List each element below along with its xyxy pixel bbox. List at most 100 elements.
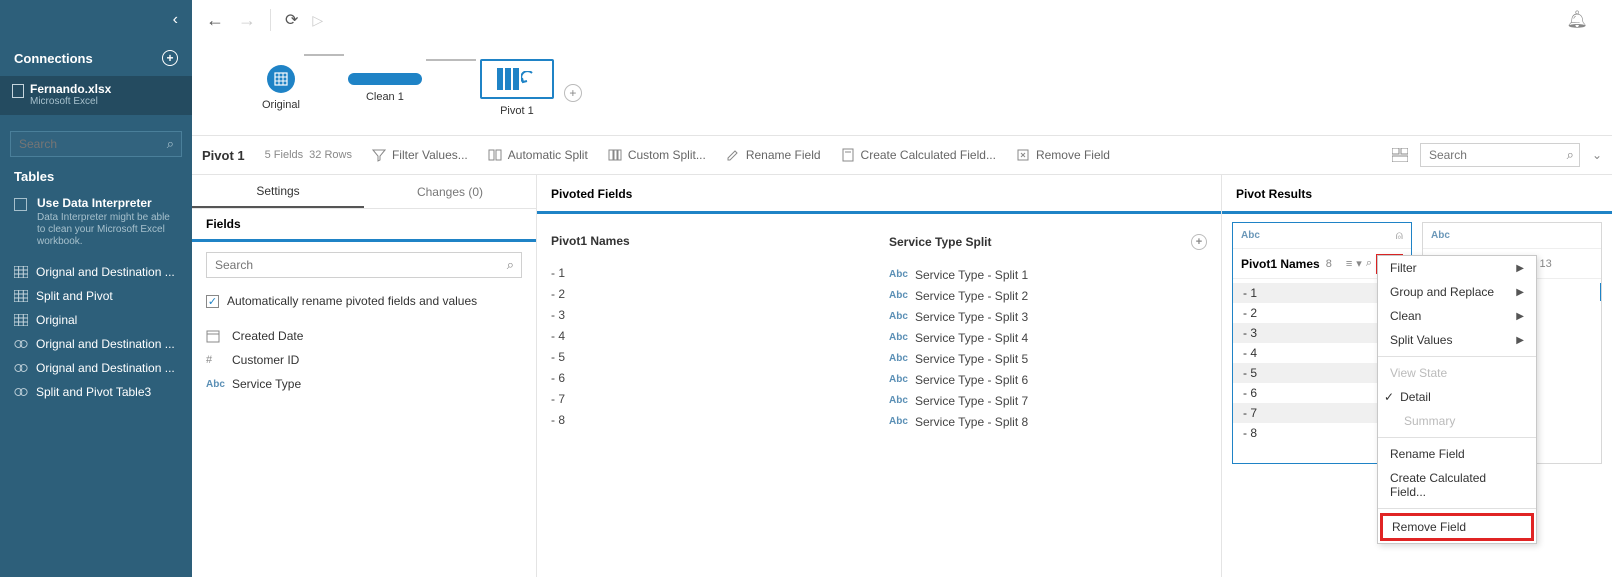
- sort-icon[interactable]: ≡: [1346, 258, 1352, 270]
- refresh-button[interactable]: ⟳: [285, 10, 298, 30]
- field-item[interactable]: Abc Service Type: [206, 372, 522, 396]
- tab-changes[interactable]: Changes (0): [364, 175, 536, 208]
- checkbox-icon[interactable]: [14, 198, 27, 211]
- field-list: Created Date # Customer ID Abc Service T…: [192, 320, 536, 400]
- pivot-name-value[interactable]: - 7: [551, 388, 869, 409]
- chevron-right-icon: ▶: [1516, 287, 1524, 298]
- main-area: ← → ⟳ ▷ 🔔︎ Original Clean 1 Pivot 1 +: [192, 0, 1612, 577]
- flow-canvas: Original Clean 1 Pivot 1 +: [192, 40, 1612, 135]
- pivot-name-value[interactable]: - 5: [551, 346, 869, 367]
- pivot-name-value[interactable]: - 2: [551, 283, 869, 304]
- abc-type-icon: Abc: [889, 290, 905, 301]
- split-field-value[interactable]: AbcService Type - Split 5: [889, 348, 1207, 369]
- table-label: Orignal and Destination ...: [36, 265, 175, 279]
- auto-rename-option[interactable]: ✓ Automatically rename pivoted fields an…: [192, 288, 536, 320]
- split-field-value[interactable]: AbcService Type - Split 2: [889, 285, 1207, 306]
- sidebar-search-input[interactable]: [10, 131, 182, 157]
- table-label: Orignal and Destination ...: [36, 361, 175, 375]
- ctx-rename-field[interactable]: Rename Field: [1378, 442, 1536, 466]
- remove-field-button[interactable]: Remove Field: [1016, 148, 1110, 162]
- data-source-icon: [267, 65, 295, 93]
- connection-item[interactable]: Fernando.xlsx Microsoft Excel: [0, 76, 192, 115]
- field-context-menu: Filter▶ Group and Replace▶ Clean▶ Split …: [1377, 255, 1537, 544]
- split-field-value[interactable]: AbcService Type - Split 8: [889, 411, 1207, 432]
- pivot-step-icon: [480, 59, 554, 99]
- split-field-value[interactable]: AbcService Type - Split 3: [889, 306, 1207, 327]
- table-item[interactable]: Original: [0, 308, 192, 332]
- notifications-icon[interactable]: 🔔︎: [1566, 10, 1588, 30]
- flow-connector: [426, 59, 476, 61]
- step-name: Pivot 1: [202, 148, 245, 163]
- ctx-remove-field[interactable]: Remove Field: [1380, 513, 1534, 541]
- flow-node-pivot[interactable]: Pivot 1: [480, 59, 554, 117]
- checkbox-checked-icon[interactable]: ✓: [206, 295, 219, 308]
- table-item[interactable]: Split and Pivot: [0, 284, 192, 308]
- add-step-button[interactable]: +: [564, 84, 582, 102]
- abc-type-icon: Abc: [889, 311, 905, 322]
- abc-type-icon: Abc: [1241, 230, 1260, 241]
- recommendations-icon[interactable]: ⍝: [1396, 228, 1403, 243]
- pivot-name-value[interactable]: - 4: [551, 325, 869, 346]
- search-icon[interactable]: ⌕: [1366, 257, 1372, 270]
- automatic-split-button[interactable]: Automatic Split: [488, 148, 588, 162]
- back-button[interactable]: ←: [206, 10, 224, 31]
- rename-field-button[interactable]: Rename Field: [726, 148, 821, 162]
- add-split-button[interactable]: +: [1191, 234, 1207, 250]
- ctx-clean[interactable]: Clean▶: [1378, 304, 1536, 328]
- menu-separator: [1378, 508, 1536, 509]
- check-icon: ✓: [1384, 390, 1394, 404]
- filter-values-button[interactable]: Filter Values...: [372, 148, 468, 162]
- create-calc-field-button[interactable]: Create Calculated Field...: [841, 148, 996, 162]
- abc-type-icon: Abc: [889, 374, 905, 385]
- data-interpreter-option[interactable]: Use Data Interpreter Data Interpreter mi…: [0, 190, 192, 256]
- collapse-sidebar-button[interactable]: ‹: [0, 0, 192, 40]
- run-button[interactable]: ▷: [312, 12, 323, 29]
- fields-search-input[interactable]: [206, 252, 522, 278]
- join-icon: [14, 362, 28, 374]
- rows-count: 32 Rows: [309, 149, 352, 161]
- interpreter-label: Use Data Interpreter: [37, 196, 178, 210]
- split-field-value[interactable]: AbcService Type - Split 7: [889, 390, 1207, 411]
- step-search-input[interactable]: [1420, 143, 1580, 167]
- service-type-split-column: Service Type Split + AbcService Type - S…: [889, 228, 1207, 432]
- content-row: Settings Changes (0) Fields ⌕ ✓ Automati…: [192, 175, 1612, 577]
- table-item[interactable]: Split and Pivot Table3: [0, 380, 192, 404]
- flow-node-original[interactable]: Original: [262, 65, 300, 111]
- pivot-name-value[interactable]: - 1: [551, 262, 869, 283]
- table-item[interactable]: Orignal and Destination ...: [0, 356, 192, 380]
- pivoted-fields-panel: Pivoted Fields Pivot1 Names - 1 - 2 - 3 …: [537, 175, 1222, 577]
- dropdown-icon[interactable]: ▾: [1356, 257, 1362, 270]
- pivot-name-value[interactable]: - 8: [551, 409, 869, 430]
- add-connection-button[interactable]: +: [162, 50, 178, 66]
- flow-node-label: Clean 1: [366, 91, 404, 103]
- pivot-name-value[interactable]: - 6: [551, 367, 869, 388]
- field-item[interactable]: # Customer ID: [206, 348, 522, 372]
- split-field-value[interactable]: AbcService Type - Split 6: [889, 369, 1207, 390]
- pivot-name-value[interactable]: - 3: [551, 304, 869, 325]
- split-field-value[interactable]: AbcService Type - Split 4: [889, 327, 1207, 348]
- ctx-group-replace[interactable]: Group and Replace▶: [1378, 280, 1536, 304]
- tab-settings[interactable]: Settings: [192, 175, 364, 208]
- field-item[interactable]: Created Date: [206, 324, 522, 348]
- custom-split-button[interactable]: Custom Split...: [608, 148, 706, 162]
- ctx-create-calc[interactable]: Create Calculated Field...: [1378, 466, 1536, 504]
- table-item[interactable]: Orignal and Destination ...: [0, 260, 192, 284]
- funnel-icon: [372, 148, 386, 162]
- view-toggle-icon[interactable]: [1392, 148, 1408, 162]
- settings-tabs: Settings Changes (0): [192, 175, 536, 209]
- ctx-filter[interactable]: Filter▶: [1378, 256, 1536, 280]
- split-field-value[interactable]: AbcService Type - Split 1: [889, 264, 1207, 285]
- chevron-down-icon[interactable]: ⌄: [1592, 148, 1602, 162]
- flow-node-clean[interactable]: Clean 1: [348, 73, 422, 103]
- flow-node-label: Pivot 1: [500, 105, 534, 117]
- ctx-detail[interactable]: ✓Detail: [1378, 385, 1536, 409]
- ctx-summary: Summary: [1378, 409, 1536, 433]
- table-item[interactable]: Orignal and Destination ...: [0, 332, 192, 356]
- rename-icon: [726, 148, 740, 162]
- forward-button[interactable]: →: [238, 10, 256, 31]
- grid-icon: [14, 314, 28, 326]
- grid-icon: [14, 266, 28, 278]
- split-auto-icon: [488, 148, 502, 162]
- sidebar-search: ⌕: [10, 131, 182, 157]
- ctx-split-values[interactable]: Split Values▶: [1378, 328, 1536, 352]
